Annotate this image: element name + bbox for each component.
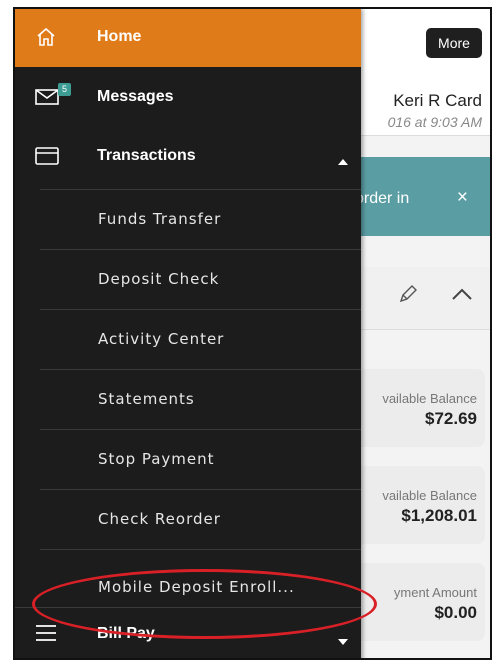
account-label: yment Amount: [393, 585, 477, 600]
nav-subitem-deposit-check[interactable]: Deposit Check: [40, 249, 361, 309]
account-balance: $1,208.01: [401, 506, 477, 525]
last-login-time: 016 at 9:03 AM: [387, 114, 482, 130]
nav-drawer: Home Messages 5 Transactions Funds Trans…: [15, 9, 361, 658]
nav-item-label: Messages: [97, 88, 174, 105]
account-label: vailable Balance: [382, 391, 477, 406]
nav-subitem-label: Funds Transfer: [98, 210, 222, 228]
user-name: Keri R Card: [393, 91, 482, 110]
phone-screen: More Keri R Card 016 at 9:03 AM order in…: [13, 7, 492, 660]
caret-up-icon[interactable]: [451, 287, 473, 306]
nav-item-label: Bill Pay: [97, 625, 155, 642]
nav-item-transactions[interactable]: Transactions: [15, 125, 361, 183]
nav-subitem-label: Deposit Check: [98, 270, 220, 288]
account-label: vailable Balance: [382, 488, 477, 503]
nav-item-messages[interactable]: Messages: [15, 67, 361, 125]
nav-subitem-label: Stop Payment: [98, 450, 215, 468]
pencil-icon[interactable]: [397, 283, 419, 310]
nav-item-bill-pay[interactable]: Bill Pay: [15, 607, 361, 658]
nav-item-label: Transactions: [97, 147, 196, 164]
nav-subitem-label: Mobile Deposit Enroll...: [98, 578, 295, 596]
card-icon: [35, 147, 59, 170]
more-button[interactable]: More: [426, 28, 482, 58]
nav-item-home[interactable]: Home: [15, 9, 361, 67]
nav-subitem-label: Check Reorder: [98, 510, 221, 528]
nav-subitem-label: Activity Center: [98, 330, 225, 348]
close-icon[interactable]: ×: [457, 187, 468, 209]
nav-subitem-check-reorder[interactable]: Check Reorder: [40, 489, 361, 549]
nav-subitem-statements[interactable]: Statements: [40, 369, 361, 429]
nav-subitem-mobile-deposit-enrollment[interactable]: Mobile Deposit Enroll...: [40, 549, 361, 607]
alert-text: order in: [355, 190, 410, 207]
account-balance: $0.00: [434, 603, 477, 622]
caret-down-icon: [338, 632, 348, 650]
nav-item-label: Home: [97, 28, 142, 45]
hamburger-icon: [35, 624, 57, 647]
nav-subitem-stop-payment[interactable]: Stop Payment: [40, 429, 361, 489]
caret-up-icon: [338, 152, 348, 170]
nav-subitem-label: Statements: [98, 390, 195, 408]
nav-subitem-funds-transfer[interactable]: Funds Transfer: [40, 189, 361, 249]
nav-subitem-activity-center[interactable]: Activity Center: [40, 309, 361, 369]
unread-badge: 5: [58, 83, 71, 96]
account-balance: $72.69: [425, 409, 477, 428]
home-icon: [35, 26, 57, 53]
